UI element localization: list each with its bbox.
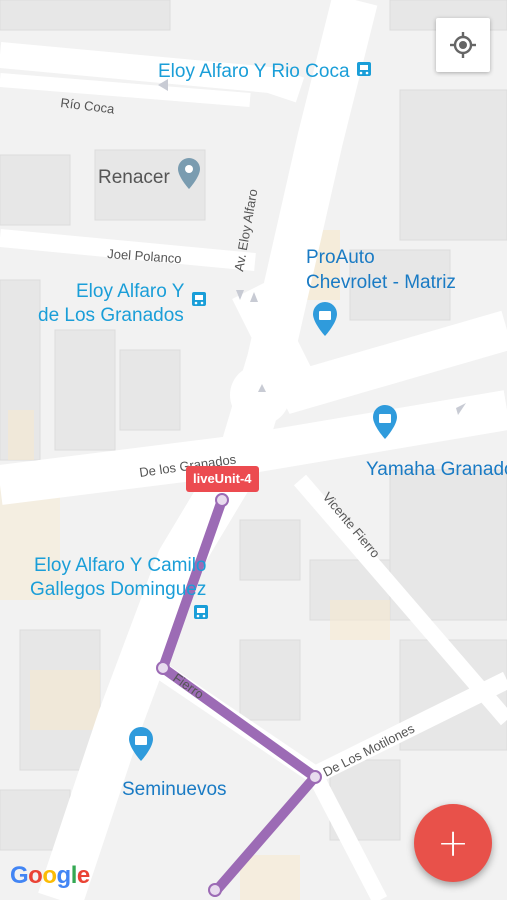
transit-stop-label[interactable]: Eloy Alfaro Y Rio Coca	[158, 61, 350, 82]
route-waypoint[interactable]	[156, 661, 170, 675]
transit-stop-label[interactable]: Eloy Alfaro Y	[76, 281, 185, 302]
vehicle-marker-label[interactable]: liveUnit-4	[186, 466, 259, 492]
my-location-button[interactable]	[436, 18, 490, 72]
place-label-renacer[interactable]: Renacer	[98, 167, 170, 188]
google-logo: Google	[10, 862, 90, 889]
bus-icon	[192, 292, 206, 306]
route-waypoint[interactable]	[215, 493, 229, 507]
place-label-seminuevos[interactable]: Seminuevos	[122, 779, 227, 800]
bus-icon	[194, 605, 208, 619]
place-label-yamaha[interactable]: Yamaha Granados	[366, 459, 507, 480]
add-button[interactable]: +	[414, 804, 492, 882]
transit-stop-label[interactable]: Gallegos Dominguez	[30, 579, 206, 600]
place-label-proauto[interactable]: ProAuto	[306, 247, 375, 268]
bus-icon	[357, 62, 371, 76]
transit-stop-label[interactable]: de Los Granados	[38, 305, 184, 326]
route-waypoint[interactable]	[208, 883, 222, 897]
place-label-proauto[interactable]: Chevrolet - Matriz	[306, 272, 456, 293]
transit-stop-label[interactable]: Eloy Alfaro Y Camilo	[34, 555, 207, 576]
plus-icon: +	[437, 821, 469, 865]
route-waypoint[interactable]	[308, 770, 322, 784]
my-location-icon	[450, 32, 476, 58]
map-canvas[interactable]: Río Coca Joel Polanco Av. Eloy Alfaro De…	[0, 0, 507, 900]
